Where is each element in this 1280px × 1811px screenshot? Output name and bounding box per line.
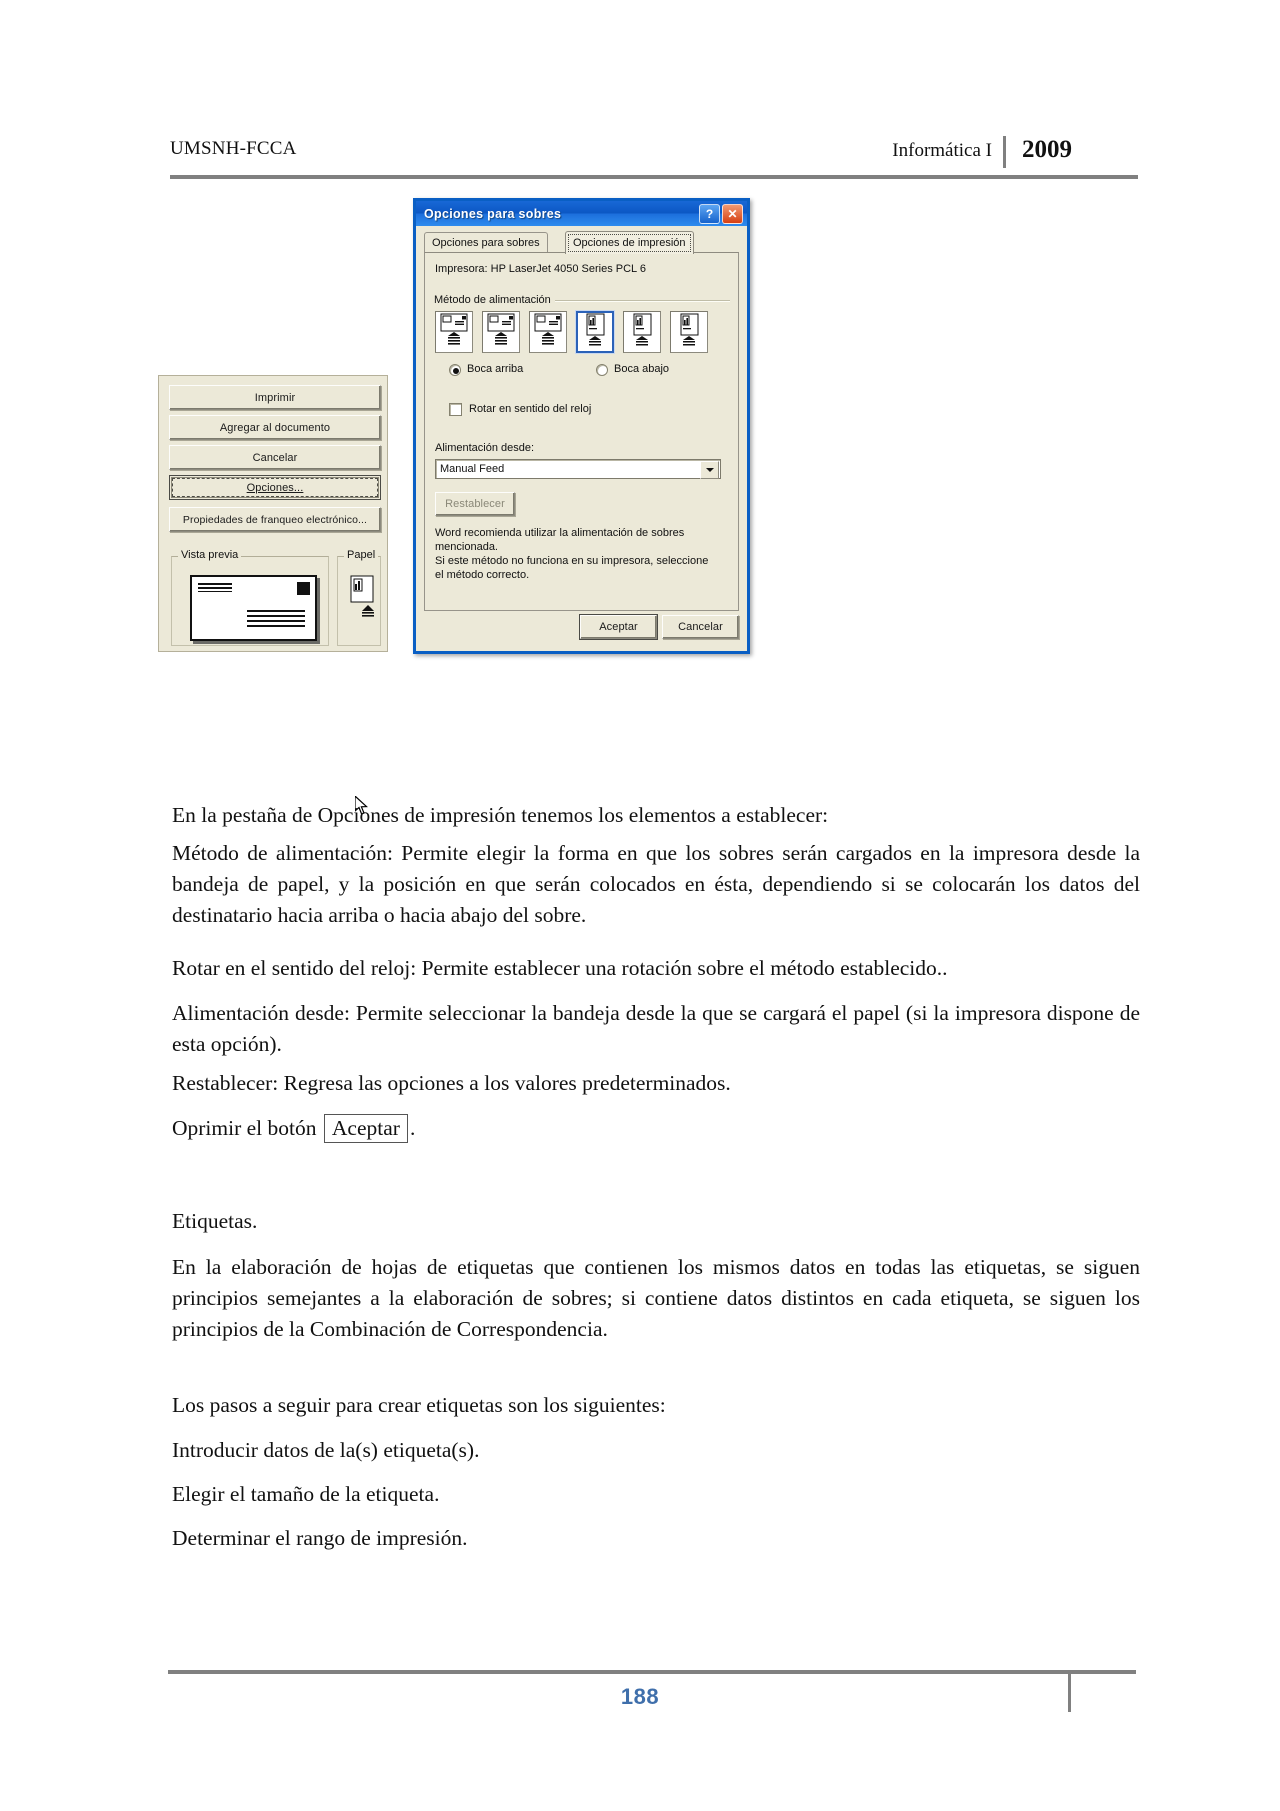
- feed-icon-2[interactable]: [529, 311, 567, 353]
- page-number: 188: [620, 1684, 660, 1709]
- paragraph-reset: Restablecer: Regresa las opciones a los …: [172, 1071, 731, 1095]
- feed-icon-4[interactable]: [623, 311, 661, 353]
- paragraph-rotate: Rotar en el sentido del reloj: Permite e…: [172, 956, 948, 980]
- feed-method-label: Método de alimentación: [434, 294, 555, 306]
- feed-icon-1[interactable]: [482, 311, 520, 353]
- note-line-2: Si este método no funciona en su impreso…: [435, 555, 709, 567]
- feed-from-value: Manual Feed: [440, 463, 505, 475]
- rotate-clockwise-label[interactable]: Rotar en sentido del reloj: [469, 403, 591, 415]
- heading-labels: Etiquetas.: [172, 1209, 258, 1233]
- paragraph-press-accept: Oprimir el botón Aceptar.: [172, 1113, 1140, 1144]
- dialog-titlebar[interactable]: Opciones para sobres ? ✕: [416, 201, 747, 226]
- reset-button-label: Restablecer: [445, 498, 505, 510]
- inline-accept-button[interactable]: Aceptar: [323, 1114, 408, 1143]
- paragraph-feed-method: Método de alimentación: Permite elegir l…: [172, 841, 1140, 927]
- tab-print-options[interactable]: Opciones de impresión: [565, 231, 694, 254]
- envelope-preview-icon: [190, 575, 317, 641]
- close-icon[interactable]: ✕: [722, 204, 743, 224]
- paper-tray-glyph: [350, 575, 374, 617]
- face-up-label[interactable]: Boca arriba: [467, 363, 523, 375]
- dialog-body: Opciones para sobres Opciones de impresi…: [416, 226, 747, 651]
- step-print-range: Determinar el rango de impresión.: [172, 1526, 468, 1550]
- accept-button[interactable]: Aceptar: [580, 615, 657, 639]
- reset-button[interactable]: Restablecer: [435, 492, 515, 516]
- paragraph-labels-intro: En la elaboración de hojas de etiquetas …: [172, 1255, 1140, 1341]
- paper-group: Papel: [337, 549, 381, 646]
- document-page: UMSNH-FCCA Informática I 2009 Imprimir A…: [0, 0, 1280, 1811]
- face-up-radio[interactable]: [449, 364, 461, 376]
- paper-group-label: Papel: [344, 549, 379, 561]
- chevron-down-icon[interactable]: [700, 461, 719, 479]
- add-to-document-button-label: Agregar al documento: [219, 421, 331, 434]
- running-header: UMSNH-FCCA Informática I 2009: [170, 136, 1110, 178]
- dialog-cancel-button[interactable]: Cancelar: [662, 615, 739, 639]
- dialog-cancel-button-label: Cancelar: [678, 621, 723, 633]
- envelope-options-dialog: Opciones para sobres ? ✕ Opciones para s…: [413, 198, 750, 654]
- feed-icon-0[interactable]: [435, 311, 473, 353]
- feed-from-label: Alimentación desde:: [435, 442, 535, 454]
- envelopes-dialog: Imprimir Agregar al documento Cancelar O…: [158, 375, 388, 815]
- add-to-document-button[interactable]: Agregar al documento: [169, 415, 381, 440]
- note-line-1: mencionada.: [435, 541, 498, 553]
- feed-icon-landscape-glyph: [440, 313, 468, 345]
- preview-group-label: Vista previa: [178, 549, 242, 561]
- header-rule: [170, 175, 1138, 179]
- print-button[interactable]: Imprimir: [169, 385, 381, 410]
- feed-icon-portrait-glyph: [586, 313, 605, 346]
- return-address-lines: [198, 583, 232, 592]
- preview-group: Vista previa: [171, 549, 329, 646]
- header-rule-tick: [1063, 175, 1066, 179]
- header-course: Informática I: [892, 140, 992, 161]
- face-down-label[interactable]: Boca abajo: [614, 363, 669, 375]
- cancel-button[interactable]: Cancelar: [169, 445, 381, 470]
- step-enter-data: Introducir datos de la(s) etiqueta(s).: [172, 1438, 480, 1462]
- options-button-label: Opciones...: [246, 481, 304, 494]
- feed-method-icons: [435, 311, 731, 353]
- postage-properties-button[interactable]: Propiedades de franqueo electrónico...: [169, 507, 381, 532]
- feed-icon-5[interactable]: [670, 311, 708, 353]
- help-icon[interactable]: ?: [699, 204, 720, 224]
- footer-rule: [168, 1670, 1136, 1674]
- titlebar-buttons: ? ✕: [699, 204, 743, 224]
- tab-focus-outline: [568, 234, 691, 252]
- dialog-title: Opciones para sobres: [424, 206, 562, 221]
- tab-strip: Opciones para sobres Opciones de impresi…: [424, 231, 739, 254]
- feed-from-select[interactable]: Manual Feed: [435, 459, 721, 479]
- feed-icon-landscape-glyph: [534, 313, 562, 345]
- feed-icon-portrait-glyph: [680, 313, 699, 346]
- feed-icon-portrait-glyph: [633, 313, 652, 346]
- paragraph-steps-intro: Los pasos a seguir para crear etiquetas …: [172, 1393, 666, 1417]
- face-down-radio[interactable]: [596, 364, 608, 376]
- header-institution: UMSNH-FCCA: [170, 138, 297, 159]
- header-year: 2009: [1022, 136, 1072, 163]
- delivery-address-lines: [247, 610, 305, 627]
- feed-method-rule: [555, 300, 730, 301]
- tab-envelope-options-label: Opciones para sobres: [432, 237, 540, 249]
- screenshot-figure: Imprimir Agregar al documento Cancelar O…: [155, 195, 775, 815]
- press-accept-before: Oprimir el botón: [172, 1116, 317, 1140]
- paper-tray-icon: [348, 575, 376, 619]
- step-choose-size: Elegir el tamaño de la etiqueta.: [172, 1482, 440, 1506]
- tab-envelope-options[interactable]: Opciones para sobres: [424, 232, 548, 253]
- feed-icon-landscape-glyph: [487, 313, 515, 345]
- paragraph-feed-from: Alimentación desde: Permite seleccionar …: [172, 1001, 1140, 1056]
- cancel-button-label: Cancelar: [252, 451, 298, 464]
- print-button-label: Imprimir: [254, 391, 296, 404]
- accept-button-label: Aceptar: [599, 621, 638, 633]
- postage-properties-button-label: Propiedades de franqueo electrónico...: [182, 513, 368, 526]
- note-line-3: el método correcto.: [435, 569, 530, 581]
- printer-line: Impresora: HP LaserJet 4050 Series PCL 6: [435, 263, 646, 275]
- face-up-radio-dot: [453, 368, 459, 374]
- paragraph-intro: En la pestaña de Opciones de impresión t…: [172, 803, 829, 827]
- header-divider: [1003, 136, 1006, 168]
- press-accept-after: .: [409, 1116, 416, 1140]
- recommendation-note: Word recomienda utilizar la alimentación…: [435, 526, 730, 582]
- print-options-pane: Impresora: HP LaserJet 4050 Series PCL 6…: [424, 252, 739, 611]
- options-button[interactable]: Opciones...: [169, 475, 381, 500]
- note-line-0: Word recomienda utilizar la alimentación…: [435, 527, 685, 539]
- stamp-mark: [297, 582, 310, 595]
- rotate-clockwise-checkbox[interactable]: [449, 403, 462, 416]
- feed-icon-3-selected[interactable]: [576, 311, 614, 353]
